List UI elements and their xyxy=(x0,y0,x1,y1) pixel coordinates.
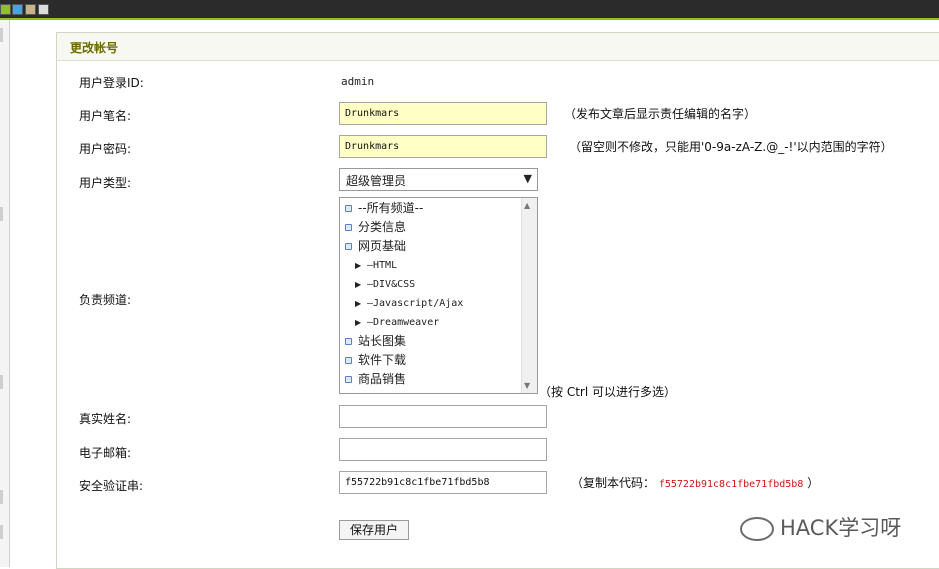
real-name-label: 真实姓名: xyxy=(79,412,132,426)
bullet-icon xyxy=(345,205,352,212)
scroll-down-icon[interactable]: ▼ xyxy=(524,381,530,390)
safe-code-label: 安全验证串: xyxy=(79,479,144,493)
channels-hint: （按 Ctrl 可以进行多选） xyxy=(539,385,676,399)
bullet-icon xyxy=(345,338,352,345)
safe-code-hint: （复制本代码： f55722b91c8c1fbe71fbd5b8 ） xyxy=(571,474,819,491)
safe-code-hint-suffix: ） xyxy=(807,476,820,490)
triangle-right-icon: ▶ xyxy=(355,280,362,289)
channels-listbox[interactable]: --所有频道-- 分类信息 网页基础 ▶ —HTML ▶ —DIV&CSS ▶ … xyxy=(339,197,538,394)
safe-code-hint-prefix: （复制本代码： xyxy=(571,476,656,490)
login-id-value: admin xyxy=(341,75,375,88)
panel-title: 更改帐号 xyxy=(70,41,119,55)
bullet-icon xyxy=(345,224,352,231)
bullet-icon xyxy=(345,243,352,250)
triangle-right-icon: ▶ xyxy=(355,299,362,308)
watermark: HACK学习呀 xyxy=(740,512,901,542)
blue-tab-icon[interactable] xyxy=(12,4,23,15)
real-name-input[interactable] xyxy=(339,405,547,428)
user-type-selected: 超级管理员 xyxy=(346,174,407,188)
tan-tab-icon[interactable] xyxy=(25,4,36,15)
email-input[interactable] xyxy=(339,438,547,461)
pen-name-input[interactable]: Drunkmars xyxy=(339,102,547,125)
safe-code-input[interactable]: f55722b91c8c1fbe71fbd5b8 xyxy=(339,471,547,494)
left-sidebar-strip xyxy=(0,20,10,567)
panel-header: 更改帐号 xyxy=(57,33,939,61)
top-toolbar xyxy=(0,0,939,20)
wechat-icon xyxy=(740,517,774,541)
watermark-text: HACK学习呀 xyxy=(780,516,902,540)
pen-name-hint: （发布文章后显示责任编辑的名字） xyxy=(564,107,757,121)
pen-name-label: 用户笔名: xyxy=(79,109,132,123)
user-type-select[interactable]: 超级管理员 ▼ xyxy=(339,168,538,191)
triangle-right-icon: ▶ xyxy=(355,318,362,327)
channels-label: 负责频道: xyxy=(79,293,132,307)
bullet-icon xyxy=(345,376,352,383)
email-label: 电子邮箱: xyxy=(79,446,132,460)
listbox-scrollbar[interactable]: ▲ ▼ xyxy=(521,198,537,393)
gray-tab-icon[interactable] xyxy=(38,4,49,15)
green-tab-icon[interactable] xyxy=(0,4,11,15)
scroll-up-icon[interactable]: ▲ xyxy=(524,201,530,210)
chevron-down-icon: ▼ xyxy=(523,172,532,185)
safe-code-hint-code: f55722b91c8c1fbe71fbd5b8 xyxy=(658,479,804,490)
bullet-icon xyxy=(345,357,352,364)
user-type-label: 用户类型: xyxy=(79,176,132,190)
save-user-button[interactable]: 保存用户 xyxy=(339,520,409,540)
password-input[interactable]: Drunkmars xyxy=(339,135,547,158)
login-id-label: 用户登录ID: xyxy=(79,76,144,90)
triangle-right-icon: ▶ xyxy=(355,261,362,270)
password-label: 用户密码: xyxy=(79,142,132,156)
password-hint: （留空则不修改，只能用'0-9a-zA-Z.@_-!'以内范围的字符） xyxy=(569,140,893,154)
